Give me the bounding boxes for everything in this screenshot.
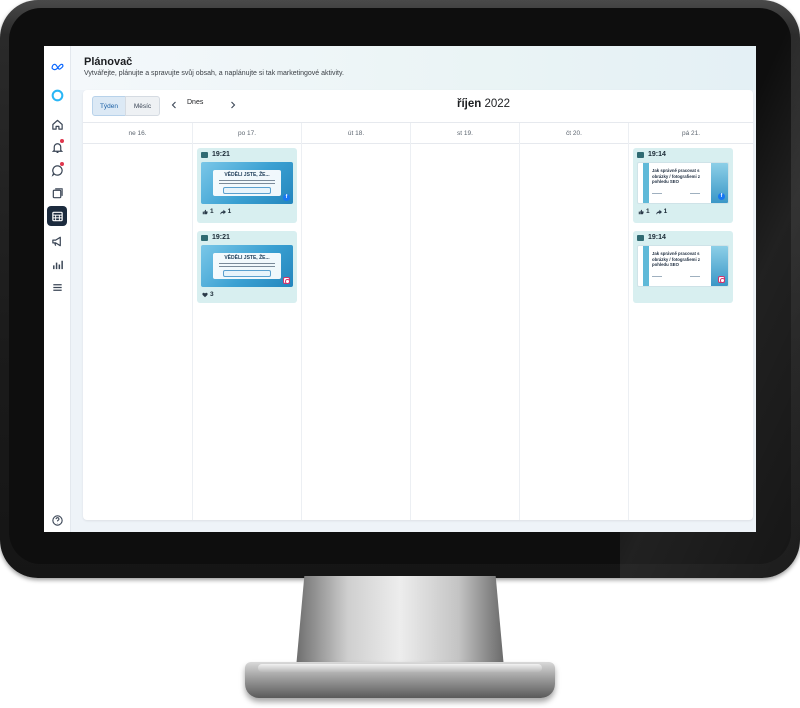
week-view-button[interactable]: Týden: [92, 96, 126, 116]
month-name: říjen: [457, 98, 482, 110]
thumbnail-headline: VĚDĚLI JSTE, ŽE...: [224, 255, 270, 261]
meta-business-suite-icon[interactable]: [47, 85, 67, 105]
shares-stat: 1: [655, 208, 667, 215]
thumbnail-headline: Jak správně pracovat s obrázky / fotogra…: [652, 251, 700, 267]
share-icon: [655, 209, 662, 215]
page-subtitle: Vytvářejte, plánujte a spravujte svůj ob…: [84, 70, 344, 77]
month-view-button[interactable]: Měsíc: [125, 96, 160, 116]
calendar-small-icon: [637, 235, 644, 241]
notification-dot: [60, 139, 64, 143]
share-icon: [219, 209, 226, 215]
monitor-bezel: Plánovač Vytvářejte, plánujte a spravujt…: [0, 0, 800, 578]
year-label: 2022: [484, 98, 511, 110]
likes-stat: 1: [202, 208, 214, 215]
day-column-tue[interactable]: [302, 143, 411, 520]
post-time: 19:21: [212, 151, 230, 158]
thumbs-up-icon: [638, 209, 644, 214]
post-time: 19:21: [212, 234, 230, 241]
thumbnail-headline: Jak správně pracovat s obrázky / fotogra…: [652, 168, 700, 184]
planner-calendar-icon[interactable]: [47, 206, 67, 226]
scheduled-post-fri-facebook[interactable]: 19:14 Jak správně pracovat s obrázky / f…: [633, 148, 733, 223]
today-button[interactable]: Dnes: [187, 99, 203, 106]
post-time: 19:14: [648, 234, 666, 241]
monitor-stand-neck: [296, 576, 504, 668]
facebook-icon: f: [283, 194, 290, 201]
scheduled-post-mon-facebook[interactable]: 19:21 VĚDĚLI JSTE, ŽE... f 1 1: [197, 148, 297, 223]
menu-icon[interactable]: [47, 277, 67, 297]
instagram-icon: [718, 276, 725, 283]
left-nav: [44, 46, 71, 532]
content-icon[interactable]: [47, 183, 67, 203]
meta-logo-icon[interactable]: [47, 56, 67, 76]
page-header: [71, 46, 756, 90]
current-month-title: říjen 2022: [457, 98, 510, 110]
post-thumbnail: VĚDĚLI JSTE, ŽE... f: [201, 162, 293, 204]
calendar-small-icon: [201, 152, 208, 158]
chevron-left-icon: [171, 101, 176, 109]
inbox-icon[interactable]: [47, 160, 67, 180]
calendar-card: Týden Měsíc Dnes říjen 2022 ne 16. po 17…: [83, 90, 753, 520]
home-icon[interactable]: [47, 114, 67, 134]
day-column-sun[interactable]: [83, 143, 193, 520]
day-header-thu: čt 20.: [520, 123, 629, 143]
post-time: 19:14: [648, 151, 666, 158]
help-icon[interactable]: [47, 510, 67, 530]
day-header-tue: út 18.: [302, 123, 411, 143]
post-thumbnail: Jak správně pracovat s obrázky / fotogra…: [637, 245, 729, 287]
page-title: Plánovač: [84, 56, 133, 68]
post-stats: 3: [202, 291, 214, 298]
day-header-mon: po 17.: [193, 123, 302, 143]
likes-stat: 1: [638, 208, 650, 215]
day-header-sun: ne 16.: [83, 123, 193, 143]
hearts-stat: 3: [202, 291, 214, 298]
day-column-thu[interactable]: [520, 143, 629, 520]
post-thumbnail: Jak správně pracovat s obrázky / fotogra…: [637, 162, 729, 204]
shares-stat: 1: [219, 208, 231, 215]
thumbs-up-icon: [202, 209, 208, 214]
ads-megaphone-icon[interactable]: [47, 231, 67, 251]
post-thumbnail: VĚDĚLI JSTE, ŽE...: [201, 245, 293, 287]
day-column-wed[interactable]: [411, 143, 520, 520]
inbox-dot: [60, 162, 64, 166]
scheduled-post-fri-instagram[interactable]: 19:14 Jak správně pracovat s obrázky / f…: [633, 231, 733, 303]
calendar-small-icon: [637, 152, 644, 158]
calendar-toolbar: Týden Měsíc Dnes říjen 2022: [83, 90, 753, 123]
notifications-bell-icon[interactable]: [47, 137, 67, 157]
day-header-wed: st 19.: [411, 123, 520, 143]
insights-chart-icon[interactable]: [47, 254, 67, 274]
post-stats: 1 1: [638, 208, 667, 215]
facebook-icon: f: [718, 193, 725, 200]
calendar-small-icon: [201, 235, 208, 241]
chevron-right-icon: [231, 101, 236, 109]
scheduled-post-mon-instagram[interactable]: 19:21 VĚDĚLI JSTE, ŽE... 3: [197, 231, 297, 303]
monitor-stand-base-highlight: [258, 664, 542, 672]
next-week-button[interactable]: [226, 98, 240, 112]
app-screen: Plánovač Vytvářejte, plánujte a spravujt…: [44, 46, 756, 532]
day-header-fri: pá 21.: [681, 129, 701, 137]
heart-icon: [202, 292, 208, 297]
instagram-icon: [283, 277, 290, 284]
thumbnail-headline: VĚDĚLI JSTE, ŽE...: [224, 172, 270, 178]
previous-week-button[interactable]: [167, 98, 181, 112]
post-stats: 1 1: [202, 208, 231, 215]
